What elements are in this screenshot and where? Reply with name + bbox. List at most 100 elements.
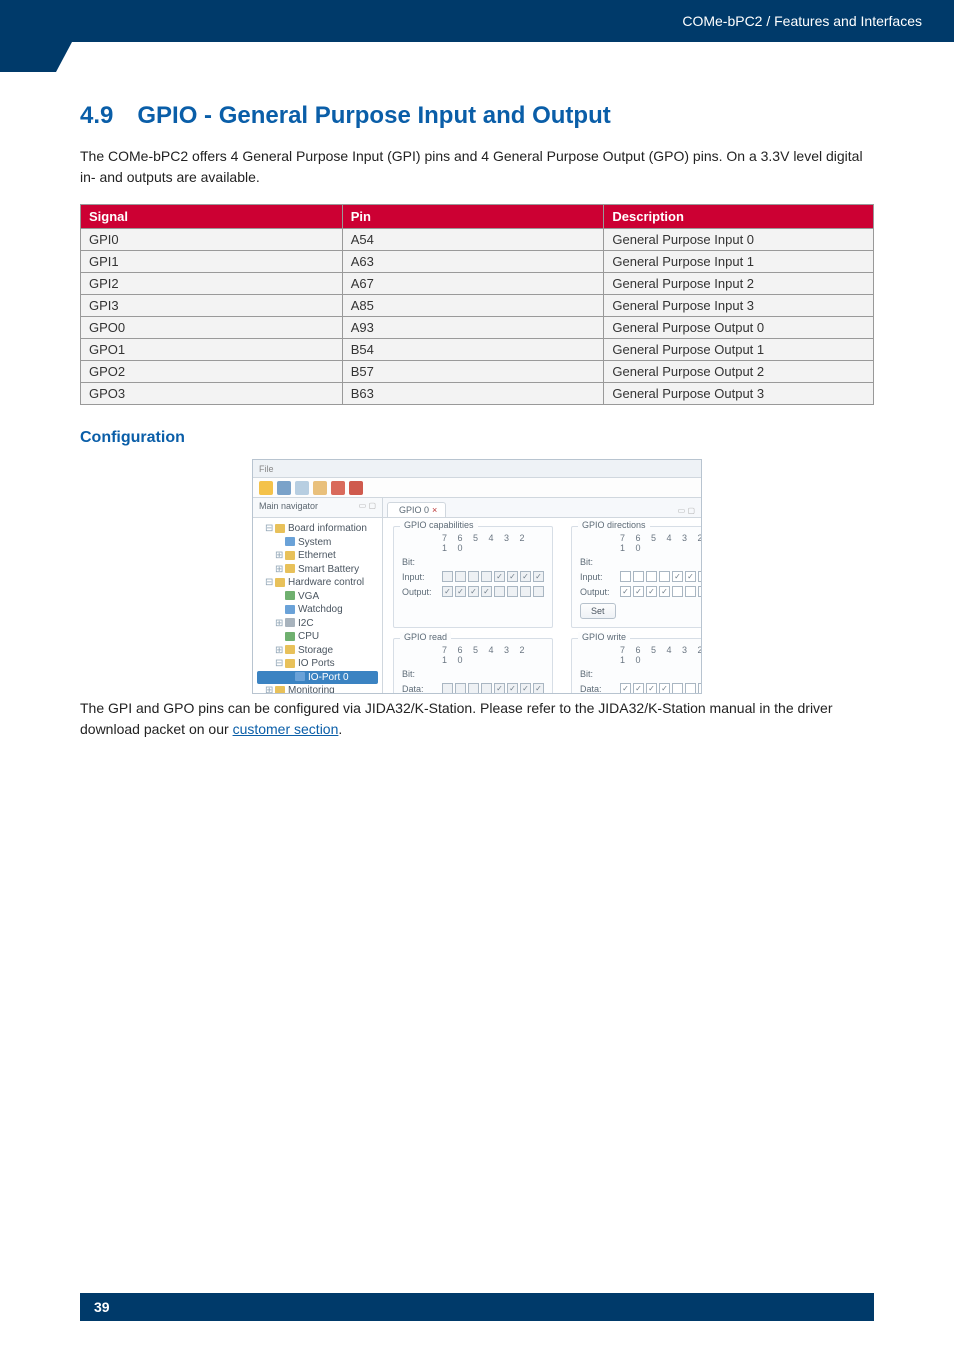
table-cell-pin: B57	[342, 361, 604, 383]
tree-item[interactable]: ⊞I2C	[257, 617, 378, 631]
tree-item-label: System	[298, 537, 331, 548]
checkbox	[481, 586, 492, 597]
tree-item-icon	[285, 645, 295, 654]
checkbox[interactable]	[659, 571, 670, 582]
checkbox[interactable]	[698, 586, 702, 597]
ss-main-minmax[interactable]: ▭ ▢	[678, 506, 701, 517]
table-cell-signal: GPI3	[81, 295, 343, 317]
checkbox[interactable]	[685, 571, 696, 582]
bit-label: Bit:	[402, 557, 438, 567]
checkbox	[481, 571, 492, 582]
tree-item[interactable]: IO-Port 0	[257, 671, 378, 685]
ss-main-panel: GPIO capabilities 7 6 5 4 3 2 1 0 Bit: I…	[383, 518, 702, 693]
checkbox[interactable]	[646, 571, 657, 582]
intro-paragraph: The COMe-bPC2 offers 4 General Purpose I…	[80, 146, 874, 188]
checkbox[interactable]	[685, 683, 696, 694]
toolbar-icon[interactable]	[259, 481, 273, 495]
row-label: Data:	[402, 684, 438, 694]
row-label: Output:	[580, 587, 616, 597]
tree-item[interactable]: System	[257, 536, 378, 550]
checkbox[interactable]	[672, 571, 683, 582]
table-row: GPI1A63General Purpose Input 1	[81, 251, 874, 273]
tree-item-label: Ethernet	[298, 550, 336, 561]
toolbar-icon[interactable]	[349, 481, 363, 495]
checkbox[interactable]	[685, 586, 696, 597]
tree-item-icon	[275, 686, 285, 694]
ss-menu-file[interactable]: File	[259, 464, 274, 474]
ss-tab-strip: Main navigator ▭ ▢ GPIO 0 × ▭ ▢	[253, 498, 701, 518]
expand-icon[interactable]: ⊞	[275, 549, 283, 563]
expand-icon[interactable]: ⊞	[275, 563, 283, 577]
checkbox[interactable]	[646, 586, 657, 597]
tree-item[interactable]: ⊞Smart Battery	[257, 563, 378, 577]
tree-item[interactable]: ⊞Storage	[257, 644, 378, 658]
tree-item[interactable]: ⊟Hardware control	[257, 576, 378, 590]
bit-label: Bit:	[402, 669, 438, 679]
header-notch	[0, 42, 56, 72]
checkbox[interactable]	[620, 571, 631, 582]
checkbox[interactable]	[633, 571, 644, 582]
tree-item[interactable]: ⊞ Ethernet	[257, 549, 378, 563]
table-row: GPO2B57General Purpose Output 2	[81, 361, 874, 383]
checkbox[interactable]	[698, 571, 702, 582]
toolbar-icon[interactable]	[313, 481, 327, 495]
bit-label: Bit:	[580, 557, 616, 567]
checkbox	[507, 586, 518, 597]
checkbox[interactable]	[698, 683, 702, 694]
bit-numbers: 7 6 5 4 3 2 1 0	[620, 533, 702, 553]
checkbox[interactable]	[633, 586, 644, 597]
checkbox[interactable]	[659, 586, 670, 597]
table-cell-signal: GPO1	[81, 339, 343, 361]
tree-item[interactable]: CPU	[257, 630, 378, 644]
tree-item-icon	[285, 564, 295, 573]
checkbox	[468, 571, 479, 582]
table-cell-pin: A67	[342, 273, 604, 295]
expand-icon[interactable]: ⊞	[265, 684, 273, 694]
set-button[interactable]: Set	[580, 603, 616, 619]
page-content: 4.9GPIO - General Purpose Input and Outp…	[0, 42, 954, 740]
checkbox[interactable]	[672, 683, 683, 694]
tree-item-icon	[285, 537, 295, 546]
ss-nav-minmax[interactable]: ▭ ▢	[359, 501, 376, 514]
tree-item-icon	[295, 672, 305, 681]
tree-item[interactable]: ⊞Monitoring	[257, 684, 378, 694]
ss-nav-tree: ⊟Board informationSystem ⊞ Ethernet ⊞Smart …	[253, 518, 383, 693]
checkbox[interactable]	[620, 586, 631, 597]
ss-nav-tab: Main navigator ▭ ▢	[253, 498, 383, 518]
table-cell-pin: A85	[342, 295, 604, 317]
section-number: 4.9	[80, 102, 113, 130]
tree-item[interactable]: VGA	[257, 590, 378, 604]
toolbar-icon[interactable]	[331, 481, 345, 495]
expand-icon[interactable]: ⊟	[275, 657, 283, 671]
checkbox	[494, 571, 505, 582]
customer-section-link[interactable]: customer section	[233, 721, 339, 737]
expand-icon[interactable]: ⊞	[275, 644, 283, 658]
kstation-screenshot: File Main navigator ▭ ▢ GPIO 0 × ▭ ▢	[252, 459, 702, 694]
table-cell-desc: General Purpose Input 1	[604, 251, 874, 273]
tree-item-icon	[285, 659, 295, 668]
tree-item[interactable]: ⊟Board information	[257, 522, 378, 536]
expand-icon[interactable]: ⊟	[265, 576, 273, 590]
expand-icon[interactable]: ⊟	[265, 522, 273, 536]
table-row: GPI2A67General Purpose Input 2	[81, 273, 874, 295]
tree-item[interactable]: Watchdog	[257, 603, 378, 617]
checkbox	[507, 683, 518, 694]
ss-gpio-tab[interactable]: GPIO 0 ×	[387, 502, 446, 517]
panel-gpio-read: GPIO read 7 6 5 4 3 2 1 0 Bit: Data: Rea…	[393, 638, 553, 694]
toolbar-icon[interactable]	[295, 481, 309, 495]
checkbox[interactable]	[646, 683, 657, 694]
checkbox[interactable]	[659, 683, 670, 694]
checkbox[interactable]	[672, 586, 683, 597]
expand-icon[interactable]: ⊞	[275, 617, 283, 631]
checkbox[interactable]	[633, 683, 644, 694]
checkbox	[455, 683, 466, 694]
page-number: 39	[94, 1299, 110, 1315]
checkbox	[507, 571, 518, 582]
checkbox-row	[442, 586, 544, 597]
close-icon[interactable]: ×	[432, 505, 437, 515]
configuration-heading: Configuration	[80, 429, 874, 447]
th-signal: Signal	[81, 205, 343, 229]
checkbox[interactable]	[620, 683, 631, 694]
toolbar-icon[interactable]	[277, 481, 291, 495]
tree-item[interactable]: ⊟IO Ports	[257, 657, 378, 671]
